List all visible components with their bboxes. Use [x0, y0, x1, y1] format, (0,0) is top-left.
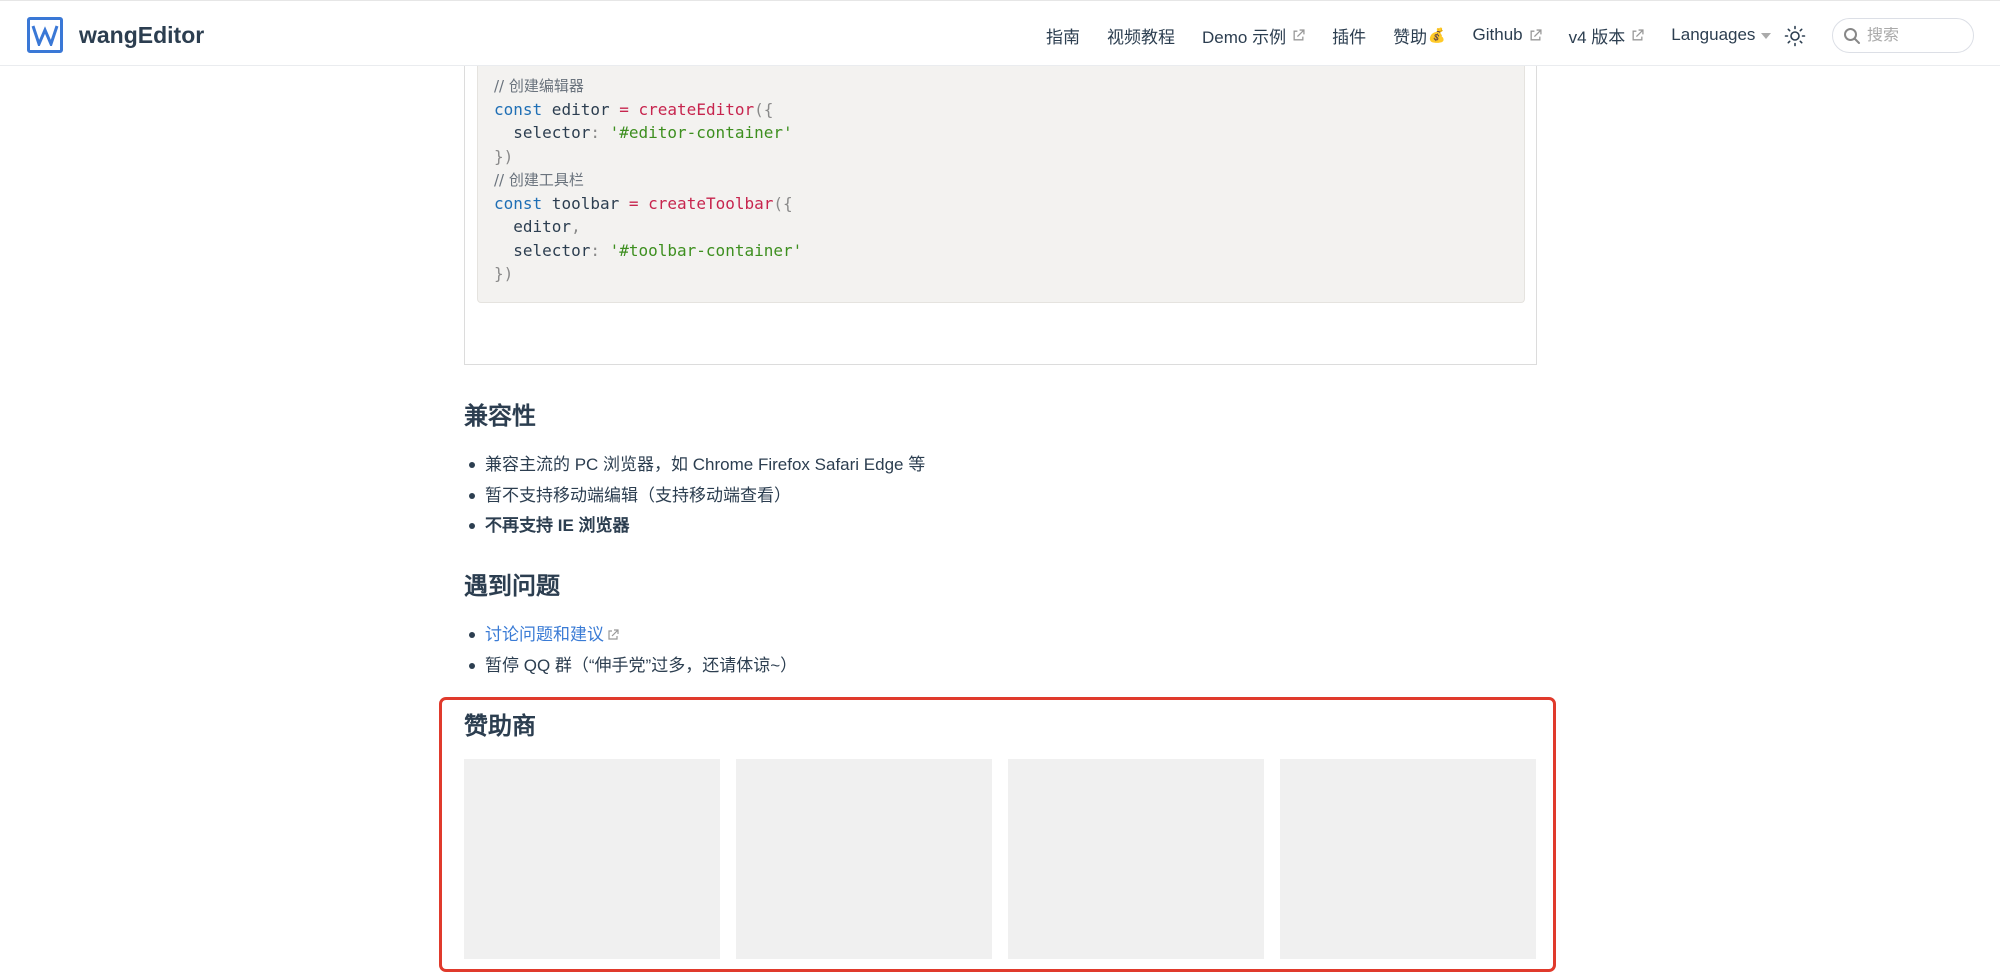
- nav-guide[interactable]: 指南: [1046, 23, 1080, 48]
- nav-plugins-label: 插件: [1332, 27, 1367, 47]
- nav-sponsor-label: 赞助: [1393, 27, 1428, 47]
- sponsor-card[interactable]: [736, 759, 992, 959]
- bullet-icon: [469, 662, 475, 669]
- bullet-icon: [469, 523, 475, 530]
- list-item: 暂不支持移动端编辑（支持移动端查看）: [464, 481, 925, 512]
- code-line: }): [494, 262, 1508, 286]
- discussion-link-text: 讨论问题和建议: [485, 625, 604, 644]
- compat-list: 兼容主流的 PC 浏览器，如 Chrome Firefox Safari Edg…: [464, 450, 925, 542]
- code-token: ,: [571, 217, 581, 236]
- search-input[interactable]: [1867, 26, 1963, 45]
- external-link-icon: [1632, 28, 1644, 40]
- code-token: :: [590, 123, 610, 142]
- code-token: '#editor-container': [609, 123, 793, 142]
- code-token: const: [494, 193, 543, 213]
- code-token: ({: [773, 193, 793, 213]
- code-line: editor,: [494, 215, 1508, 239]
- code-token: }): [494, 146, 514, 166]
- code-token: }): [494, 264, 514, 283]
- code-token: =: [628, 193, 639, 213]
- code-token: // 创建编辑器: [494, 77, 584, 95]
- nav-v4-version[interactable]: v4 版本: [1569, 23, 1645, 48]
- bullet-icon: [469, 462, 475, 469]
- sponsor-card[interactable]: [464, 759, 720, 959]
- code-token: =: [619, 99, 629, 119]
- code-token: selector: [494, 240, 591, 260]
- nav-languages-label: Languages: [1671, 25, 1756, 44]
- sponsors-heading: 赞助商: [464, 713, 536, 740]
- nav-plugins[interactable]: 插件: [1332, 23, 1366, 48]
- code-token: editor: [494, 217, 572, 236]
- money-bag-icon: 💰: [1428, 26, 1446, 43]
- list-item: 不再支持 IE 浏览器: [464, 511, 925, 542]
- list-item: 兼容主流的 PC 浏览器，如 Chrome Firefox Safari Edg…: [464, 450, 925, 481]
- code-token: :: [590, 240, 610, 260]
- external-link-icon: [1530, 28, 1542, 40]
- nav-demo-label: Demo 示例: [1202, 27, 1287, 47]
- top-navbar: wangEditor 指南 视频教程 Demo 示例 插件 赞助 💰 Github…: [0, 0, 2000, 66]
- nav-languages-dropdown[interactable]: Languages: [1671, 25, 1772, 45]
- code-block: // 创建编辑器 const editor = createEditor({ se…: [477, 66, 1525, 303]
- nav-video-label: 视频教程: [1107, 27, 1175, 47]
- brand-name: wangEditor: [79, 21, 205, 48]
- nav-sponsor[interactable]: 赞助 💰: [1393, 23, 1445, 48]
- code-line: }): [494, 145, 1508, 169]
- list-item: 讨论问题和建议: [464, 620, 797, 651]
- nav-github[interactable]: Github: [1473, 25, 1542, 45]
- code-token: editor: [542, 99, 620, 119]
- nav-demo[interactable]: Demo 示例: [1202, 23, 1305, 48]
- code-token: toolbar: [542, 193, 629, 213]
- external-link-icon: [1293, 28, 1305, 40]
- compat-heading: 兼容性: [464, 403, 536, 430]
- code-line: selector: '#editor-container': [494, 121, 1508, 145]
- sponsor-card[interactable]: [1280, 759, 1536, 959]
- code-token: createEditor: [638, 99, 755, 119]
- nav-github-label: Github: [1472, 25, 1523, 44]
- list-item-text: 暂停 QQ 群（“伸手党”过多，还请体谅~）: [485, 655, 798, 675]
- code-line: selector: '#toolbar-container': [494, 239, 1508, 263]
- nav-video-tutorial[interactable]: 视频教程: [1107, 23, 1175, 48]
- code-line: // 创建编辑器: [494, 74, 1508, 98]
- code-line: const toolbar = createToolbar({: [494, 192, 1508, 216]
- discussion-link[interactable]: 讨论问题和建议: [485, 620, 619, 651]
- list-item-text: 暂不支持移动端编辑（支持移动端查看）: [485, 485, 791, 505]
- nav-v4-label: v4 版本: [1568, 27, 1626, 47]
- code-line: // 创建工具栏: [494, 168, 1508, 192]
- issues-list: 讨论问题和建议 暂停 QQ 群（“伸手党”过多，还请体谅~）: [464, 620, 797, 681]
- code-line: const editor = createEditor({: [494, 98, 1508, 122]
- list-item-text: 不再支持 IE 浏览器: [485, 516, 630, 535]
- sponsor-grid: [464, 759, 1536, 959]
- sun-icon[interactable]: [1784, 25, 1806, 47]
- list-item-text: 兼容主流的 PC 浏览器，如 Chrome Firefox Safari Edg…: [485, 455, 926, 474]
- code-token: selector: [494, 123, 591, 142]
- nav-links: 指南 视频教程 Demo 示例 插件 赞助 💰 Github v4 版本 Lang…: [1046, 23, 1798, 47]
- nav-guide-label: 指南: [1046, 27, 1080, 47]
- list-item: 暂停 QQ 群（“伸手党”过多，还请体谅~）: [464, 651, 797, 682]
- external-link-icon: [608, 629, 619, 640]
- code-token: ({: [754, 99, 774, 119]
- code-token: createToolbar: [648, 193, 774, 213]
- caret-down-icon: [1761, 33, 1772, 39]
- code-token: '#toolbar-container': [609, 240, 803, 260]
- search-box[interactable]: [1832, 18, 1974, 53]
- issues-heading: 遇到问题: [464, 573, 560, 600]
- bullet-icon: [469, 632, 475, 639]
- brand-link[interactable]: wangEditor: [27, 17, 204, 53]
- search-icon: [1844, 27, 1860, 44]
- code-token: const: [494, 99, 543, 119]
- code-token: // 创建工具栏: [494, 171, 584, 189]
- bullet-icon: [469, 492, 475, 499]
- sponsor-card[interactable]: [1008, 759, 1264, 959]
- wangeditor-logo-icon: [27, 17, 63, 53]
- demo-frame: // 创建编辑器 const editor = createEditor({ se…: [464, 66, 1537, 365]
